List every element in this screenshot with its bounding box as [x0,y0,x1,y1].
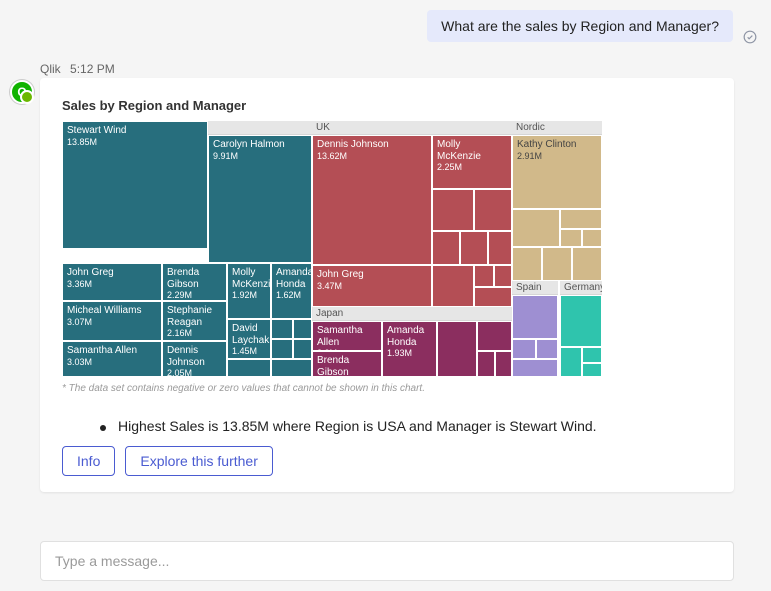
treemap-cell[interactable]: Stephanie Reagan 2.16M [162,301,227,341]
message-input-bar[interactable] [40,541,734,581]
insight-bullet: Highest Sales is 13.85M where Region is … [100,418,734,434]
treemap-cell[interactable] [494,265,512,287]
treemap-cell[interactable] [560,209,602,229]
treemap-chart[interactable]: USA Stewart Wind 13.85M Carolyn Halmon 9… [62,121,712,377]
treemap-cell[interactable] [293,319,312,339]
sender-meta: Qlik 5:12 PM [40,62,115,76]
treemap-cell[interactable]: Amanda Honda 1.62M [271,263,312,319]
treemap-cell[interactable] [560,295,602,347]
treemap-cell[interactable] [474,265,494,287]
treemap-cell[interactable] [432,231,460,265]
treemap-cell[interactable] [560,347,582,377]
chart-area: Sales by Region and Manager USA Stewart … [40,78,734,400]
treemap-cell[interactable] [495,351,512,377]
treemap-cell[interactable] [512,247,542,281]
treemap-cell[interactable] [560,229,582,247]
treemap-cell[interactable] [474,287,512,307]
treemap-region-header: Japan [312,307,512,321]
seen-check-icon [743,30,757,44]
treemap-cell[interactable]: John Greg 3.36M [62,263,162,301]
bot-avatar: Q [10,80,32,102]
response-card: Sales by Region and Manager USA Stewart … [40,78,734,492]
button-row: Info Explore this further [62,446,734,476]
treemap-cell[interactable] [512,339,536,359]
sender-name: Qlik [40,62,61,76]
bullet-icon [100,425,106,431]
treemap-cell[interactable]: Molly McKenzie 1.92M [227,263,271,319]
sender-time: 5:12 PM [70,62,115,76]
treemap-cell[interactable] [477,351,495,377]
treemap-region-header: Germany [560,281,602,295]
treemap-cell[interactable]: Dennis Johnson 13.62M [312,135,432,265]
treemap-cell[interactable]: David Laychak 1.45M [227,319,271,359]
treemap-cell[interactable] [271,359,312,377]
explore-button[interactable]: Explore this further [125,446,273,476]
treemap-cell[interactable]: Brenda Gibson 1.99M [312,351,382,377]
treemap-cell[interactable] [460,231,488,265]
treemap-cell[interactable]: Samantha Allen 3.03M [62,341,162,377]
treemap-cell[interactable] [437,321,477,377]
chart-title: Sales by Region and Manager [62,98,712,113]
treemap-cell[interactable] [474,189,512,231]
treemap-cell[interactable] [271,339,293,359]
treemap-cell[interactable] [536,339,558,359]
treemap-cell[interactable] [432,189,474,231]
presence-online-icon [20,90,34,104]
treemap-cell[interactable] [582,363,602,377]
treemap-cell[interactable] [542,247,572,281]
treemap-region-header: Nordic [512,121,602,135]
treemap-region-header: Spain [512,281,558,295]
treemap-cell[interactable]: Micheal Williams 3.07M [62,301,162,341]
treemap-cell[interactable] [512,209,560,247]
treemap-cell[interactable]: Brenda Gibson 2.29M [162,263,227,301]
treemap-cell[interactable]: Stewart Wind 13.85M [62,121,208,249]
message-input[interactable] [53,552,721,570]
insight-text: Highest Sales is 13.85M where Region is … [118,418,597,434]
treemap-cell[interactable] [227,359,271,377]
treemap-cell[interactable]: Amanda Honda 1.93M [382,321,437,377]
treemap-cell[interactable] [271,319,293,339]
chart-footnote: * The data set contains negative or zero… [62,383,712,394]
treemap-cell[interactable] [512,359,558,377]
treemap-cell[interactable] [512,295,558,339]
treemap-region-header: UK [312,121,512,135]
treemap-cell[interactable] [432,265,474,307]
treemap-cell[interactable] [582,229,602,247]
treemap-cell[interactable]: Molly McKenzie 2.25M [432,135,512,189]
user-message-text: What are the sales by Region and Manager… [441,18,719,34]
treemap-cell[interactable] [582,347,602,363]
treemap-cell[interactable]: John Greg 3.47M [312,265,432,307]
info-button[interactable]: Info [62,446,115,476]
user-message-bubble: What are the sales by Region and Manager… [427,10,733,42]
treemap-cell[interactable]: Carolyn Halmon 9.91M [208,135,312,263]
treemap-cell[interactable] [572,247,602,281]
treemap-cell[interactable]: Kathy Clinton 2.91M [512,135,602,209]
treemap-cell[interactable]: Samantha Allen 2.3M [312,321,382,351]
treemap-cell[interactable]: Dennis Johnson 2.05M [162,341,227,377]
treemap-cell[interactable] [477,321,512,351]
treemap-cell[interactable] [293,339,312,359]
treemap-cell[interactable] [488,231,512,265]
